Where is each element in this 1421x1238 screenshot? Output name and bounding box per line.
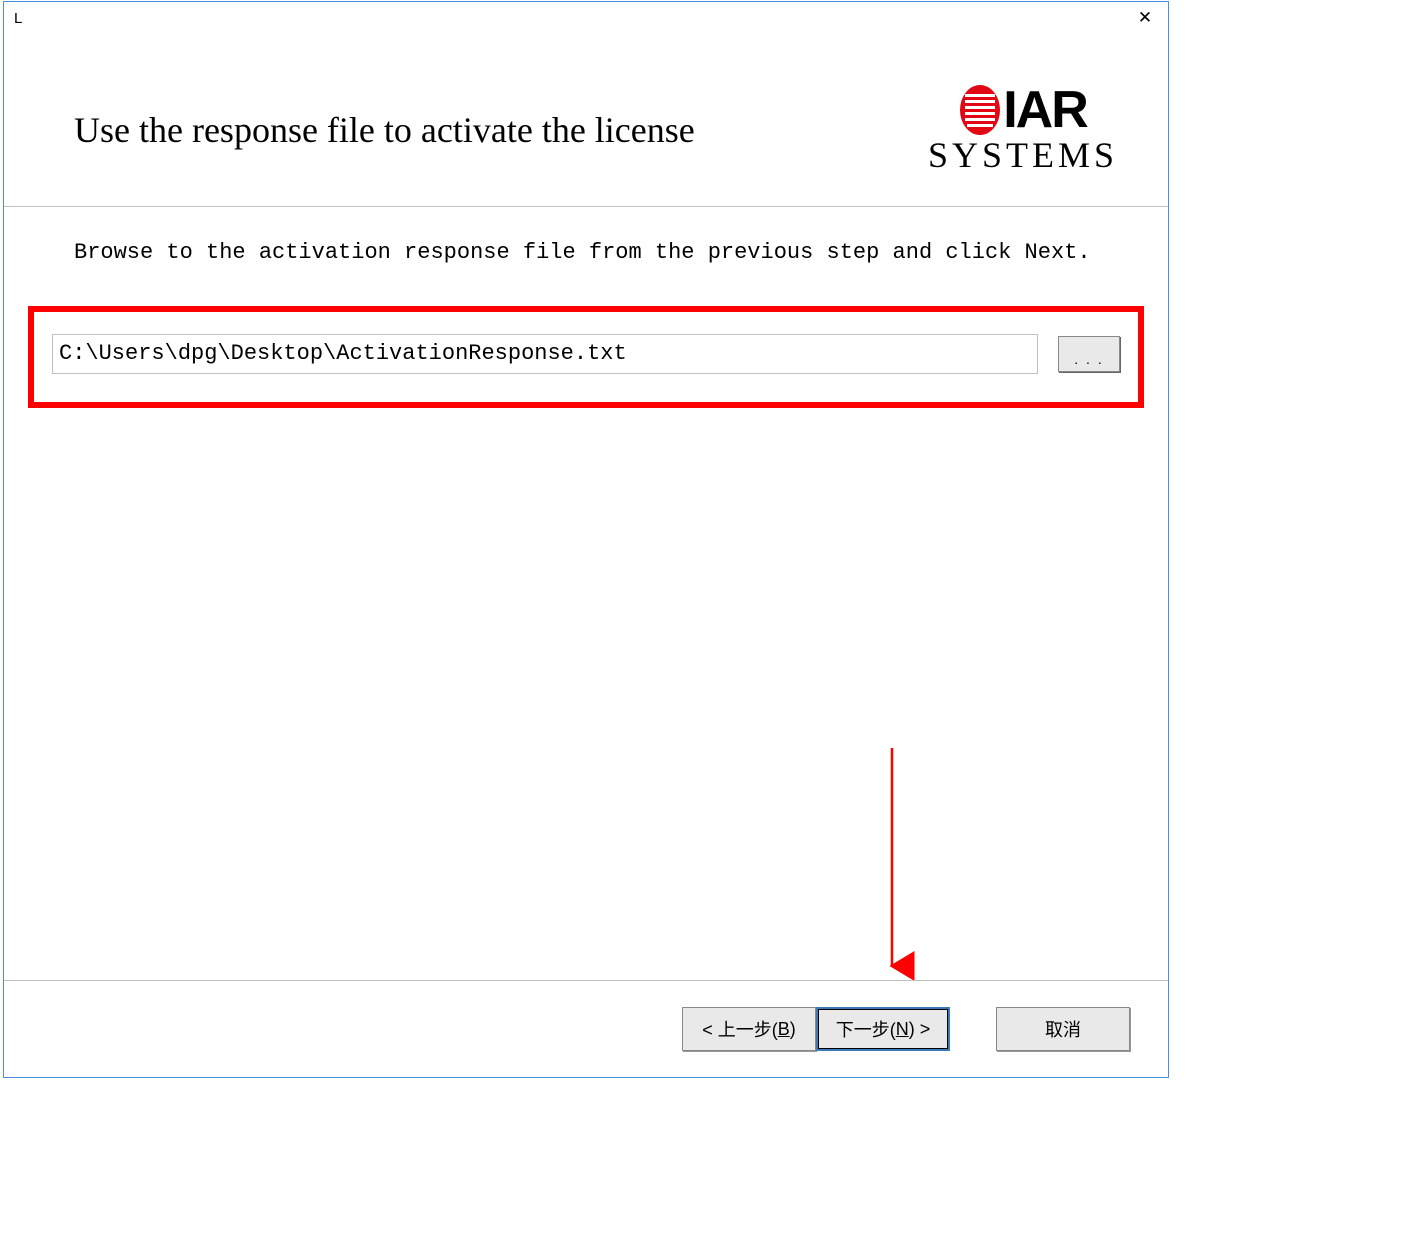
ellipsis-icon: . . . xyxy=(1074,351,1103,367)
titlebar: L ✕ xyxy=(4,2,1168,34)
instruction-text: Browse to the activation response file f… xyxy=(4,207,1168,268)
titlebar-letter: L xyxy=(14,10,22,27)
iar-logo: IAR SYSTEMS xyxy=(928,84,1118,176)
next-button[interactable]: 下一步(N) > xyxy=(816,1007,950,1051)
highlight-box: . . . xyxy=(28,306,1144,408)
cancel-label: 取消 xyxy=(1045,1016,1081,1042)
cancel-button[interactable]: 取消 xyxy=(996,1007,1130,1051)
logo-text-iar: IAR xyxy=(1003,84,1087,136)
logo-text-systems: SYSTEMS xyxy=(928,134,1118,176)
back-button[interactable]: < 上一步(B) xyxy=(682,1007,816,1051)
shield-icon xyxy=(959,84,1001,136)
header: Use the response file to activate the li… xyxy=(4,34,1168,207)
next-hotkey: N xyxy=(896,1019,909,1040)
content-area: Use the response file to activate the li… xyxy=(4,34,1168,408)
back-label-prefix: < 上一步( xyxy=(702,1016,778,1042)
back-label-suffix: ) xyxy=(790,1019,796,1040)
page-title: Use the response file to activate the li… xyxy=(74,109,695,151)
next-label-suffix: ) > xyxy=(909,1019,931,1040)
browse-button[interactable]: . . . xyxy=(1058,336,1120,372)
close-button[interactable]: ✕ xyxy=(1122,2,1168,34)
arrow-annotation xyxy=(882,744,942,984)
next-label-prefix: 下一步( xyxy=(836,1016,896,1042)
logo-top-row: IAR xyxy=(959,84,1087,136)
dialog-window: L ✕ Use the response file to activate th… xyxy=(3,1,1169,1078)
close-icon: ✕ xyxy=(1138,8,1152,28)
back-hotkey: B xyxy=(778,1019,790,1040)
footer: < 上一步(B) 下一步(N) > 取消 xyxy=(4,980,1168,1077)
file-path-input[interactable] xyxy=(52,334,1038,374)
